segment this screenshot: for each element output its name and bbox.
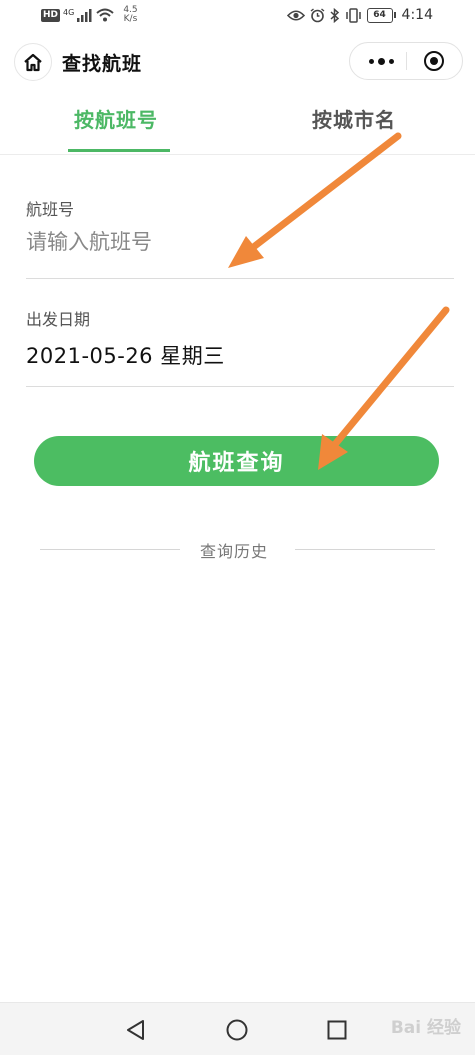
flight-number-label: 航班号	[26, 200, 75, 219]
flight-number-field: 航班号	[26, 196, 454, 279]
eye-icon	[286, 9, 305, 21]
speed-unit: K/s	[123, 14, 138, 24]
home-icon	[24, 53, 42, 71]
query-history-divider: 查询历史	[40, 538, 435, 561]
bluetooth-icon	[330, 7, 339, 23]
departure-date-value[interactable]: 2021-05-26 星期三	[26, 340, 446, 370]
home-circle-icon[interactable]	[226, 1019, 248, 1041]
more-icon-dot	[388, 58, 394, 64]
status-right: 64 4:14	[286, 7, 433, 23]
alarm-icon	[310, 7, 324, 22]
query-history-label: 查询历史	[200, 542, 269, 561]
close-icon	[430, 57, 438, 65]
divider-line-right	[295, 549, 435, 550]
home-button[interactable]	[14, 43, 52, 81]
more-button[interactable]	[364, 53, 398, 69]
signal-icon	[77, 8, 92, 22]
watermark: Bai 经验	[390, 1018, 461, 1038]
network-type: 4G	[63, 7, 75, 17]
flight-number-input[interactable]	[26, 230, 446, 254]
status-left: HD 4G 4.5 K/s	[41, 6, 138, 24]
departure-date-field[interactable]: 出发日期 2021-05-26 星期三	[26, 306, 454, 387]
tab-by-flight-number[interactable]: 按航班号	[74, 104, 158, 133]
status-bar: HD 4G 4.5 K/s 64 4:14	[0, 0, 475, 34]
capsule-divider	[406, 52, 407, 70]
annotation-arrows	[228, 132, 450, 470]
network-speed: 4.5 K/s	[123, 6, 137, 24]
hd-badge: HD	[41, 8, 61, 22]
system-nav-bar: Bai 经验	[0, 1002, 475, 1055]
mini-program-capsule	[349, 42, 463, 80]
close-button[interactable]	[424, 51, 444, 71]
wifi-icon	[96, 8, 114, 22]
nav-bar: 查找航班	[0, 40, 475, 84]
back-icon[interactable]	[125, 1019, 147, 1041]
flight-search-button[interactable]: 航班查询	[34, 436, 439, 486]
recent-apps-icon[interactable]	[327, 1020, 347, 1040]
vibrate-icon	[345, 7, 361, 23]
page: HD 4G 4.5 K/s 64 4:14 查找航班 按航班号 按城市名 航班号…	[0, 0, 475, 1055]
more-icon-dot	[368, 58, 374, 64]
battery-icon: 64	[366, 7, 396, 23]
more-icon-dot	[377, 57, 385, 65]
active-tab-indicator	[68, 149, 170, 152]
divider-line-left	[40, 549, 180, 550]
tab-by-city-name[interactable]: 按城市名	[312, 104, 396, 133]
search-mode-tabs: 按航班号 按城市名	[0, 92, 475, 155]
clock: 4:14	[401, 7, 433, 23]
departure-date-label: 出发日期	[26, 310, 91, 329]
page-title: 查找航班	[62, 53, 143, 75]
